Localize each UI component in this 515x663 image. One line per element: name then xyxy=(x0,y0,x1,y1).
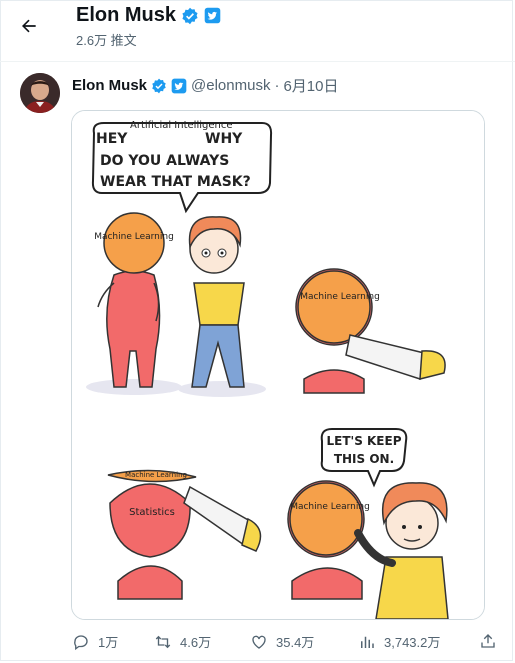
verified-badge-icon xyxy=(182,7,198,24)
top-header: Elon Musk 2.6万 推文 xyxy=(0,0,515,56)
retweet-count: 4.6万 xyxy=(180,635,212,650)
views-count: 3,743.2万 xyxy=(384,635,441,650)
twitter-blue-icon xyxy=(204,7,221,24)
speech-top-why: WHY xyxy=(205,131,243,147)
author-handle[interactable]: @elonmusk xyxy=(191,77,270,94)
speech-top-hey: HEY xyxy=(96,131,128,147)
speech-bottom-line1: LET'S KEEP xyxy=(326,434,401,448)
avatar-image xyxy=(20,73,60,113)
mask-label-4: Machine Learning xyxy=(290,502,370,512)
twitter-blue-icon xyxy=(171,78,187,93)
speech-top-line2: DO YOU ALWAYS xyxy=(100,153,229,169)
tweet-count: 2.6万 推文 xyxy=(76,33,137,48)
profile-title: Elon Musk xyxy=(76,4,221,27)
share-button[interactable] xyxy=(479,632,497,650)
tweet-date[interactable]: 6月10日 xyxy=(283,75,338,96)
views-button[interactable]: 3,743.2万 xyxy=(358,632,440,651)
comic-image: Artificial Intelligence HEY WHY DO YOU A… xyxy=(72,111,484,619)
reply-count: 1万 xyxy=(98,635,119,650)
back-button[interactable] xyxy=(14,11,44,41)
statistics-label: Statistics xyxy=(129,507,175,518)
separator-dot: · xyxy=(274,77,280,94)
reply-icon xyxy=(74,634,88,650)
arrow-left-icon xyxy=(22,19,36,33)
avatar[interactable] xyxy=(20,73,60,113)
share-icon xyxy=(481,634,495,648)
speech-top-small: Artificial Intelligence xyxy=(130,120,233,131)
like-button[interactable]: 35.4万 xyxy=(250,632,314,651)
views-bar-chart-icon xyxy=(361,636,374,648)
reply-button[interactable]: 1万 xyxy=(72,632,118,651)
mask-label-3: Machine Learning xyxy=(125,471,187,479)
like-count: 35.4万 xyxy=(276,635,315,650)
profile-name: Elon Musk xyxy=(76,4,177,26)
tweet-media[interactable]: Artificial Intelligence HEY WHY DO YOU A… xyxy=(71,110,485,620)
author-name[interactable]: Elon Musk xyxy=(72,77,147,94)
tweet-header: Elon Musk @elonmusk · 6月10日 xyxy=(72,75,338,96)
retweet-button[interactable]: 4.6万 xyxy=(154,632,211,651)
mask-label-2: Machine Learning xyxy=(300,292,380,302)
heart-icon xyxy=(252,635,266,649)
speech-bottom-line2: THIS ON. xyxy=(334,452,394,466)
mask-label-1: Machine Learning xyxy=(94,232,174,242)
verified-badge-icon xyxy=(152,78,166,93)
tweet-actions: 1万 4.6万 35.4万 3,743.2万 xyxy=(72,632,502,656)
speech-top-line3: WEAR THAT MASK? xyxy=(100,174,251,190)
retweet-icon xyxy=(155,635,171,648)
header-divider xyxy=(0,61,515,62)
